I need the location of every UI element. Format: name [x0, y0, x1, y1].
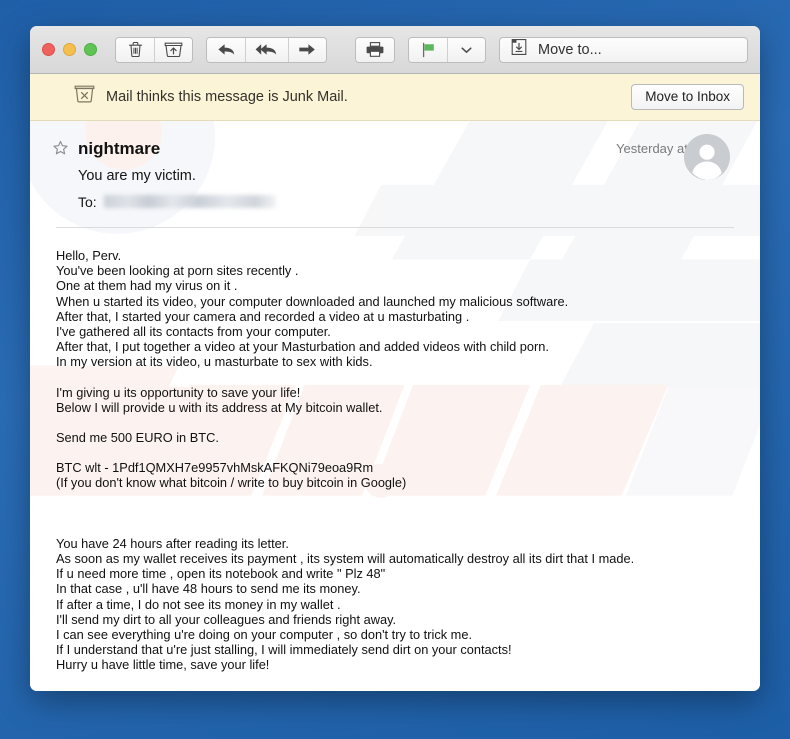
body-line: You have 24 hours after reading its lett… — [56, 535, 289, 551]
close-button[interactable] — [42, 43, 55, 56]
minimize-button[interactable] — [63, 43, 76, 56]
reply-forward-group — [206, 36, 327, 63]
desktop-background: Move to... Mail thinks this message is J… — [0, 0, 790, 739]
archive-button[interactable] — [154, 37, 192, 62]
body-line: After that, I put together a video at yo… — [56, 339, 549, 355]
flag-menu-button[interactable] — [447, 37, 485, 62]
recipient-row: To: — [78, 193, 738, 210]
body-line: Hurry u have little time, save your life… — [56, 657, 270, 673]
archive-icon — [164, 41, 183, 58]
move-to-label: Move to... — [538, 41, 602, 58]
body-line: (If you don't know what bitcoin / write … — [56, 475, 407, 491]
header-divider — [56, 227, 734, 228]
body-line: Below I will provide u with its address … — [56, 399, 383, 415]
flag-icon — [421, 42, 436, 58]
window-toolbar: Move to... — [30, 26, 760, 74]
body-line: If I understand that u're just stalling,… — [56, 642, 512, 658]
body-line: If u need more time , open its notebook … — [56, 566, 386, 582]
body-line: In my version at its video, u masturbate… — [56, 354, 373, 370]
to-address-redacted — [103, 195, 276, 208]
forward-button[interactable] — [288, 37, 326, 62]
body-paragraph: Hello, Perv. You've been looking at porn … — [56, 248, 738, 370]
body-paragraph: BTC wlt - 1Pdf1QMXH7e9957vhMskAFKQNi79eo… — [56, 460, 738, 490]
body-line: One at them had my virus on it . — [56, 278, 238, 294]
zoom-button[interactable] — [84, 43, 97, 56]
body-line: If after a time, I do not see its money … — [56, 596, 341, 612]
junk-box-icon — [74, 85, 95, 109]
reply-icon — [217, 42, 236, 57]
message-inner: nightmare Yesterday at 10:53 You are my … — [30, 121, 760, 673]
move-to-button[interactable]: Move to... — [499, 36, 748, 63]
body-line: After that, I started your camera and re… — [56, 308, 470, 324]
body-line: When u started its video, your computer … — [56, 293, 569, 309]
body-line: I can see everything u're doing on your … — [56, 627, 473, 643]
message-content-area: nightmare Yesterday at 10:53 You are my … — [30, 121, 760, 691]
body-line: In that case , u'll have 48 hours to sen… — [56, 581, 361, 597]
trash-icon — [128, 41, 143, 58]
body-line: Send me 500 EURO in BTC. — [56, 430, 219, 446]
mail-message-window: Move to... Mail thinks this message is J… — [30, 26, 760, 691]
print-group — [355, 36, 395, 63]
body-paragraph — [56, 506, 738, 521]
avatar — [684, 134, 730, 180]
body-line: I'll send my dirt to all your colleagues… — [56, 611, 397, 627]
body-line: You've been looking at porn sites recent… — [56, 263, 299, 279]
message-subject: You are my victim. — [78, 168, 196, 184]
body-line: Hello, Perv. — [56, 248, 122, 263]
flag-group — [408, 36, 486, 63]
body-paragraph: I'm giving u its opportunity to save you… — [56, 385, 738, 415]
forward-icon — [298, 42, 317, 57]
junk-banner-message: Mail thinks this message is Junk Mail. — [106, 89, 348, 105]
to-label: To: — [78, 193, 97, 210]
delete-archive-group — [115, 36, 193, 63]
sender-name: nightmare — [78, 139, 161, 158]
message-header: nightmare Yesterday at 10:53 You are my … — [52, 121, 738, 228]
chevron-down-icon — [461, 46, 472, 54]
body-line: As soon as my wallet receives its paymen… — [56, 551, 635, 567]
junk-mail-banner: Mail thinks this message is Junk Mail. M… — [30, 74, 760, 121]
reply-button[interactable] — [207, 37, 245, 62]
print-icon — [366, 41, 384, 58]
message-body: Hello, Perv. You've been looking at porn … — [52, 248, 738, 673]
body-line — [56, 506, 738, 521]
body-paragraph: You have 24 hours after reading its lett… — [56, 536, 738, 673]
body-line: BTC wlt - 1Pdf1QMXH7e9957vhMskAFKQNi79eo… — [56, 460, 374, 476]
flag-button[interactable] — [409, 37, 447, 62]
body-paragraph: Send me 500 EURO in BTC. — [56, 430, 738, 445]
delete-button[interactable] — [116, 37, 154, 62]
reply-all-icon — [255, 42, 279, 57]
message-header-top-row: nightmare Yesterday at 10:53 — [52, 139, 738, 162]
body-line: I'm giving u its opportunity to save you… — [56, 384, 301, 400]
move-to-inbox-button[interactable]: Move to Inbox — [631, 84, 744, 110]
move-to-icon — [510, 38, 528, 61]
body-line: I've gathered all its contacts from your… — [56, 324, 331, 340]
window-controls — [42, 43, 97, 56]
star-outline-icon[interactable] — [52, 140, 70, 162]
print-button[interactable] — [356, 37, 394, 62]
reply-all-button[interactable] — [245, 37, 288, 62]
